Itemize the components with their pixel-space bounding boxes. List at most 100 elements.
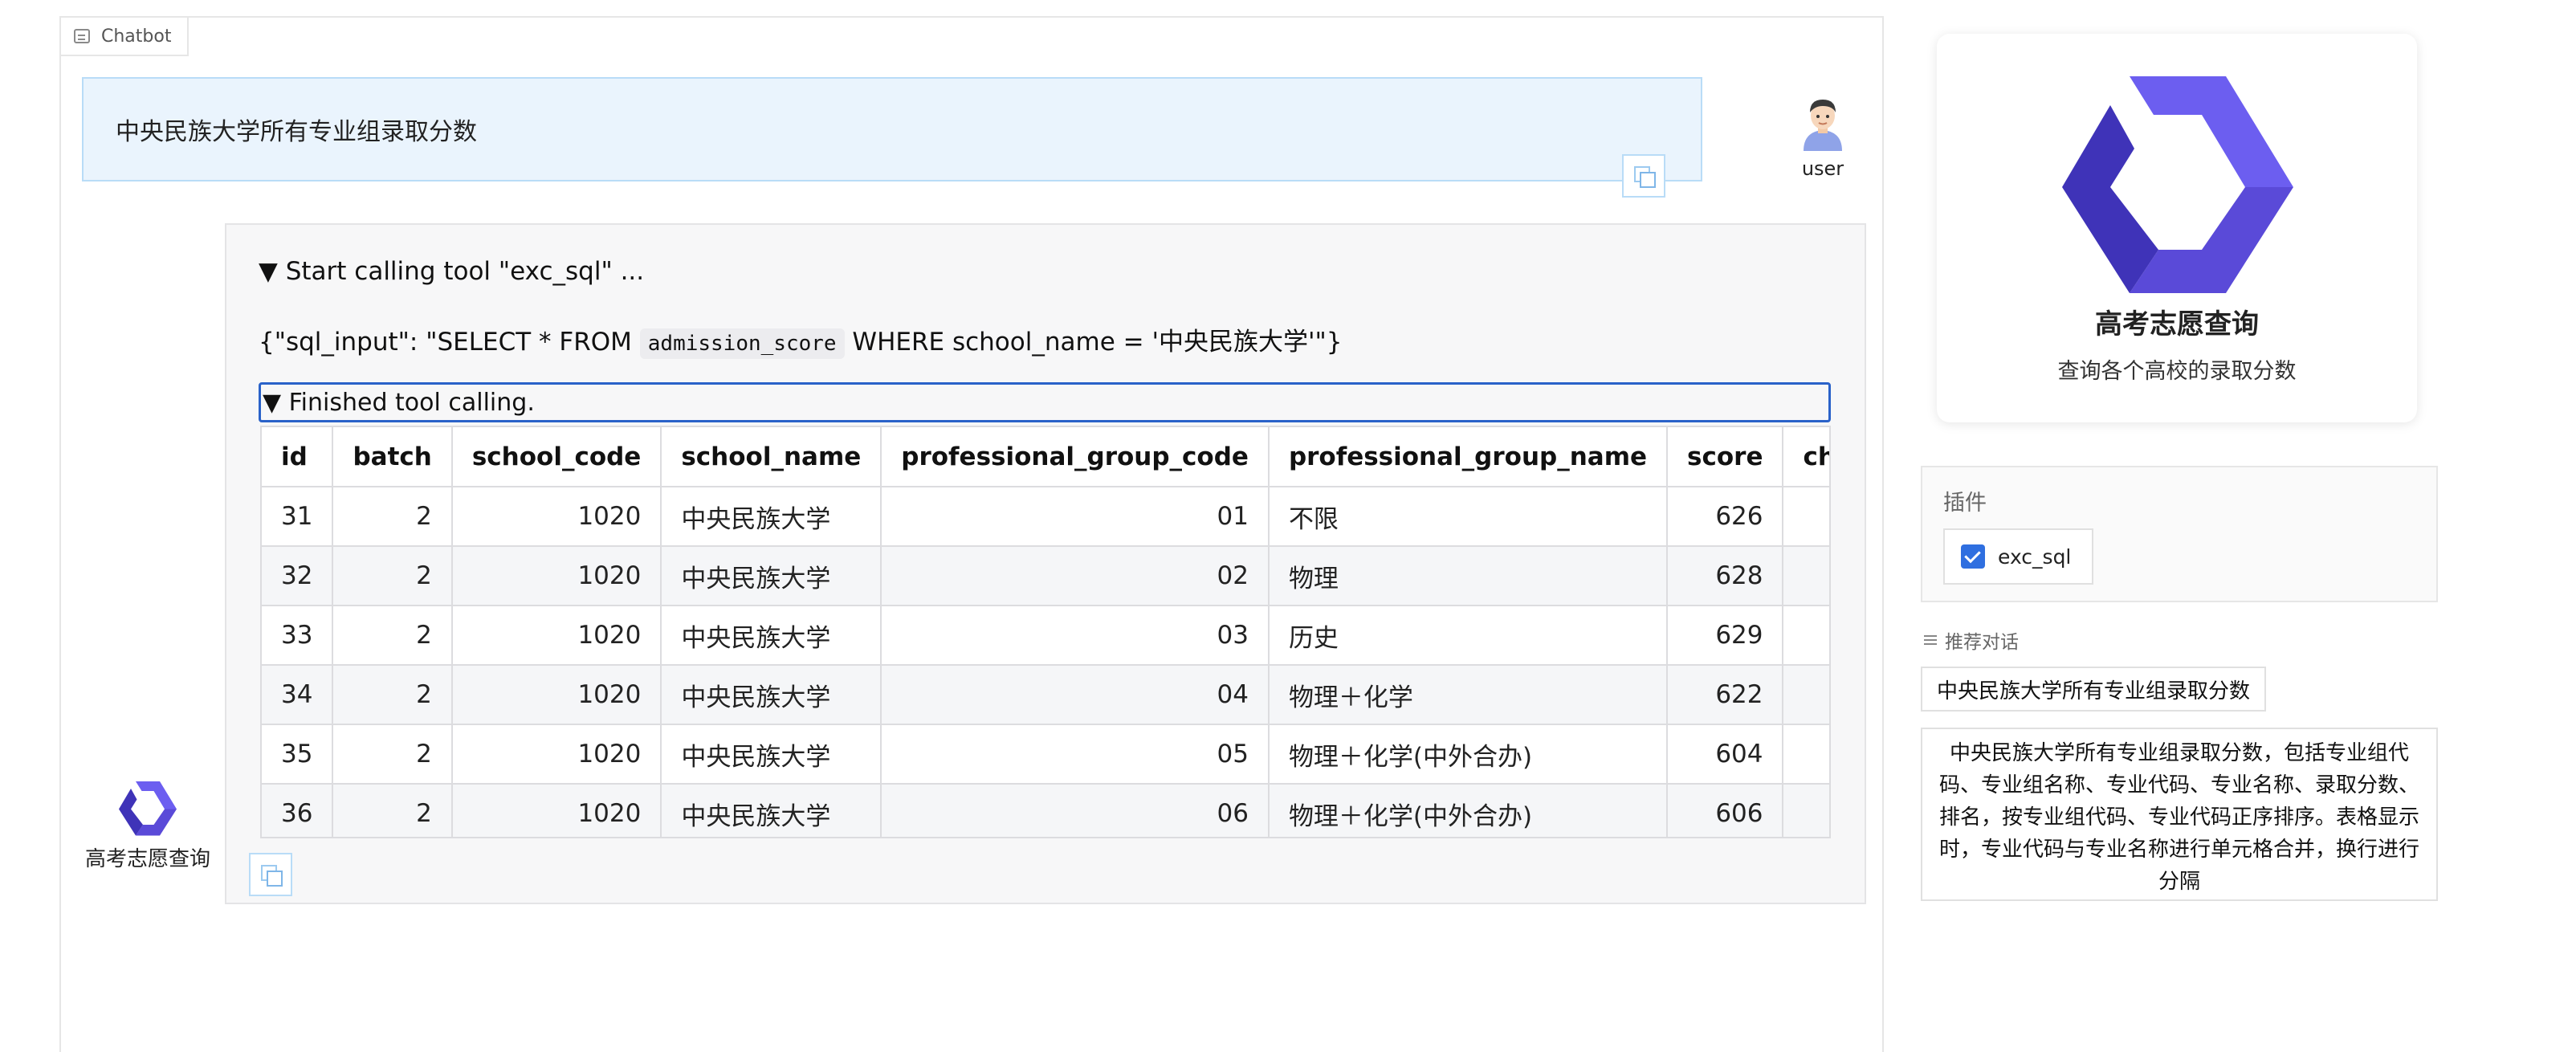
table-cell: 1020 — [451, 606, 662, 666]
table-cell: 中央民族大学 — [661, 665, 882, 725]
tool-start-toggle[interactable]: ▼ Start calling tool "exc_sql" ... — [259, 257, 644, 286]
table-cell: 31 — [262, 487, 334, 547]
bot-avatar: 高考志愿查询 — [84, 779, 212, 874]
table-row: 3621020中央民族大学06物理＋化学(中外合办)606121 — [262, 784, 1829, 837]
result-table: id batch school_code school_name profess… — [262, 427, 1829, 837]
table-cell: 中央民族大学 — [661, 487, 882, 547]
user-avatar-icon — [1804, 100, 1842, 151]
bot-avatar-label: 高考志愿查询 — [84, 847, 210, 871]
table-cell: 626 — [1667, 487, 1784, 547]
suggestions-title-text: 推荐对话 — [1945, 632, 2019, 653]
table-header-cell: score — [1667, 427, 1784, 487]
table-cell: 01 — [881, 487, 1270, 547]
table-cell: 2 — [332, 724, 453, 785]
agent-description: 查询各个高校的录取分数 — [2057, 359, 2297, 384]
table-row: 3221020中央民族大学02物理628nan — [262, 546, 1829, 606]
copy-bot-message-button[interactable] — [249, 853, 292, 896]
table-cell: 628 — [1667, 546, 1784, 606]
plugin-checkbox-exc-sql[interactable]: exc_sql — [1943, 528, 2094, 585]
table-cell: 606 — [1667, 784, 1784, 837]
plugin-label: exc_sql — [1998, 544, 2072, 569]
plugins-panel: 插件 exc_sql — [1921, 466, 2438, 602]
tool-input-code: admission_score — [639, 328, 845, 359]
table-header-cell: school_code — [451, 427, 662, 487]
table-cell: 物理＋化学(中外合办) — [1268, 784, 1669, 837]
bot-message-bubble: ▼ Start calling tool "exc_sql" ... {"sql… — [225, 223, 1866, 904]
agent-name: 高考志愿查询 — [2095, 308, 2259, 340]
table-cell: 1020 — [451, 487, 662, 547]
copy-icon — [261, 865, 283, 887]
table-row: 3121020中央民族大学01不限626nan — [262, 487, 1829, 547]
table-header-cell: professional_group_code — [881, 427, 1270, 487]
table-cell: 34 — [262, 665, 334, 725]
copy-icon — [1634, 166, 1656, 188]
table-cell: 06 — [881, 784, 1270, 837]
suggestion-item[interactable]: 中央民族大学所有专业组录取分数，包括专业组代码、专业组名称、专业代码、专业名称、… — [1921, 728, 2438, 901]
table-cell: 33 — [262, 606, 334, 666]
table-cell: 02 — [881, 546, 1270, 606]
table-header-cell: school_name — [661, 427, 882, 487]
table-cell: 121 — [1783, 784, 1829, 837]
suggestion-item[interactable]: 中央民族大学所有专业组录取分数 — [1921, 667, 2267, 712]
table-cell: 物理 — [1268, 546, 1669, 606]
table-cell: 中央民族大学 — [661, 606, 882, 666]
list-icon — [1924, 634, 1937, 646]
bot-logo-icon — [119, 781, 177, 836]
table-cell: 中央民族大学 — [661, 724, 882, 785]
table-header-cell: professional_group_name — [1268, 427, 1669, 487]
table-cell: 2 — [332, 546, 453, 606]
table-cell: 32 — [262, 546, 334, 606]
table-cell: 114 — [1783, 724, 1829, 785]
table-cell: 历史 — [1268, 606, 1669, 666]
table-row: 3521020中央民族大学05物理＋化学(中外合办)604114 — [262, 724, 1829, 785]
table-row: 3421020中央民族大学04物理＋化学622nan — [262, 665, 1829, 725]
table-cell: 35 — [262, 724, 334, 785]
user-avatar-label: user — [1801, 157, 1844, 180]
tool-finish-toggle[interactable]: ▼ Finished tool calling. — [259, 382, 1831, 422]
chatbot-label: Chatbot — [61, 18, 190, 56]
agent-info-card: 高考志愿查询 查询各个高校的录取分数 — [1937, 34, 2417, 422]
table-cell: nan — [1783, 546, 1829, 606]
table-cell: 1020 — [451, 724, 662, 785]
table-header-cell: id — [262, 427, 334, 487]
table-cell: 2 — [332, 784, 453, 837]
table-cell: 04 — [881, 665, 1270, 725]
table-cell: nan — [1783, 606, 1829, 666]
table-cell: 1020 — [451, 784, 662, 837]
table-cell: 中央民族大学 — [661, 546, 882, 606]
suggestions-title: 推荐对话 — [1924, 626, 2019, 654]
user-message-bubble: 中央民族大学所有专业组录取分数 — [82, 77, 1702, 181]
table-cell: 622 — [1667, 665, 1784, 725]
tool-input-text: {"sql_input": "SELECT * FROM admission_s… — [259, 321, 1343, 359]
plugins-title: 插件 — [1943, 491, 1987, 516]
copy-user-message-button[interactable] — [1622, 154, 1665, 198]
table-cell: 604 — [1667, 724, 1784, 785]
table-cell: 物理＋化学(中外合办) — [1268, 724, 1669, 785]
table-header-row: id batch school_code school_name profess… — [262, 427, 1829, 487]
table-cell: 物理＋化学 — [1268, 665, 1669, 725]
chat-icon — [74, 29, 90, 43]
table-cell: 629 — [1667, 606, 1784, 666]
table-cell: nan — [1783, 665, 1829, 725]
checkbox-checked-icon[interactable] — [1961, 544, 1985, 569]
user-message-text: 中央民族大学所有专业组录取分数 — [116, 118, 477, 146]
chatbot-panel: Chatbot 中央民族大学所有专业组录取分数 user ▼ Start cal… — [59, 16, 1884, 1052]
table-cell: 2 — [332, 665, 453, 725]
table-cell: 03 — [881, 606, 1270, 666]
tool-input-prefix: {"sql_input": "SELECT * FROM — [259, 328, 640, 357]
table-row: 3321020中央民族大学03历史629nan — [262, 606, 1829, 666]
table-header-cell: chinese — [1783, 427, 1829, 487]
chatbot-label-text: Chatbot — [101, 26, 172, 47]
table-header-cell: batch — [332, 427, 453, 487]
table-cell: 1020 — [451, 665, 662, 725]
tool-input-suffix: WHERE school_name = '中央民族大学'"} — [844, 328, 1343, 357]
table-body: 3121020中央民族大学01不限626nan3221020中央民族大学02物理… — [262, 487, 1829, 837]
result-table-container[interactable]: id batch school_code school_name profess… — [260, 426, 1831, 838]
table-cell: nan — [1783, 487, 1829, 547]
table-cell: 05 — [881, 724, 1270, 785]
table-cell: 不限 — [1268, 487, 1669, 547]
table-cell: 2 — [332, 606, 453, 666]
user-avatar: user — [1775, 95, 1871, 180]
table-cell: 中央民族大学 — [661, 784, 882, 837]
table-cell: 1020 — [451, 546, 662, 606]
